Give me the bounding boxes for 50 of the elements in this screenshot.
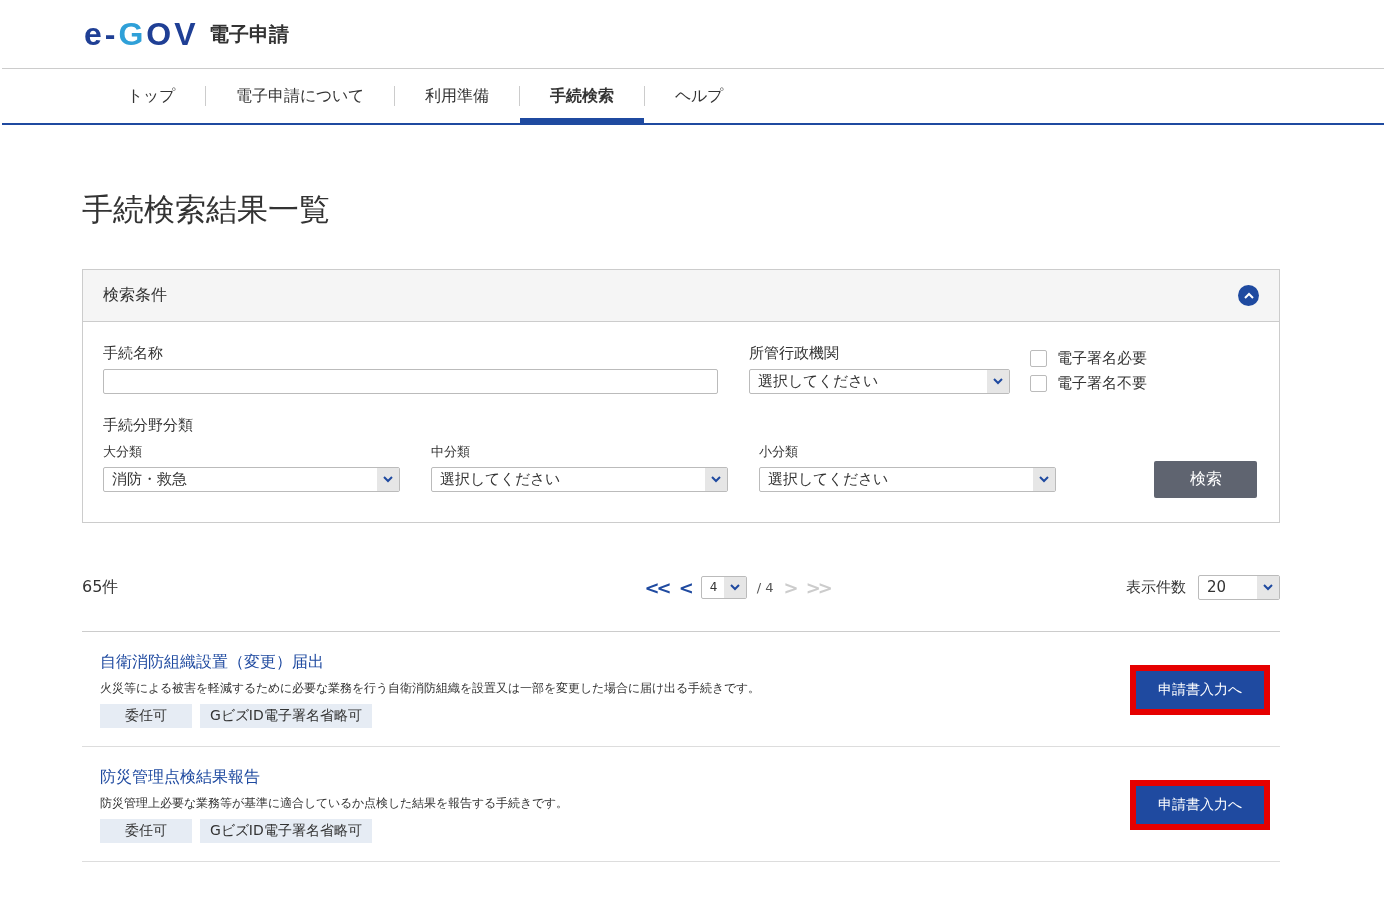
field-label: 手続名称 bbox=[103, 344, 164, 363]
search-button[interactable]: 検索 bbox=[1154, 461, 1257, 498]
page-title: 手続検索結果一覧 bbox=[82, 190, 331, 229]
panel-title: 検索条件 bbox=[103, 285, 167, 306]
procedure-description: 防災管理上必要な業務等が基準に適合しているか点検した結果を報告する手続きです。 bbox=[100, 796, 568, 811]
chevron-down-icon bbox=[383, 476, 393, 483]
page-size-label: 表示件数 bbox=[1126, 577, 1186, 597]
apply-button[interactable]: 申請書入力へ bbox=[1136, 786, 1264, 824]
collapse-button[interactable] bbox=[1238, 285, 1259, 306]
chevron-down-icon bbox=[1039, 476, 1049, 483]
field-label: 中分類 bbox=[431, 443, 471, 461]
page-dropdown[interactable]: 4 bbox=[700, 575, 747, 599]
dropdown[interactable]: 選択してください bbox=[431, 467, 728, 492]
dropdown[interactable]: 消防・救急 bbox=[103, 467, 400, 492]
field-label: 大分類 bbox=[103, 443, 143, 461]
procedure-description: 火災等による被害を軽減するために必要な業務を行う自衛消防組織を設置又は一部を変更した場合に届け出る手続きです。 bbox=[100, 681, 760, 696]
apply-button[interactable]: 申請書入力へ bbox=[1136, 671, 1264, 709]
chevron-up-icon bbox=[1243, 292, 1254, 299]
checkbox-label: 電子署名不要 bbox=[1057, 374, 1147, 393]
chevron-down-icon bbox=[1263, 583, 1273, 591]
chevron-down-icon bbox=[711, 476, 721, 483]
checkbox[interactable] bbox=[1030, 375, 1047, 392]
section-label: 手続分野分類 bbox=[103, 416, 194, 435]
procedure-link[interactable]: 防災管理点検結果報告 bbox=[100, 767, 568, 788]
nav-tab[interactable]: トップ bbox=[97, 69, 205, 123]
field-label: 小分類 bbox=[759, 443, 799, 461]
procedure-link[interactable]: 自衛消防組織設置（変更）届出 bbox=[100, 652, 760, 673]
tag: GビズID電子署名省略可 bbox=[200, 704, 372, 728]
nav-tab[interactable]: 手続検索 bbox=[520, 69, 644, 123]
nav-tab[interactable]: ヘルプ bbox=[645, 69, 753, 123]
tag: 委任可 bbox=[100, 819, 192, 843]
page-total: / 4 bbox=[756, 579, 774, 595]
tag: 委任可 bbox=[100, 704, 192, 728]
dropdown[interactable]: 選択してください bbox=[749, 369, 1010, 394]
service-name: 電子申請 bbox=[208, 20, 289, 48]
dropdown[interactable]: 選択してください bbox=[759, 467, 1056, 492]
nav-tab[interactable]: 利用準備 bbox=[395, 69, 519, 123]
result-count: 65件 bbox=[82, 576, 119, 598]
tag: GビズID電子署名省略可 bbox=[200, 819, 372, 843]
field-label: 所管行政機関 bbox=[749, 344, 840, 363]
logo[interactable]: e-GOV bbox=[84, 15, 199, 53]
prev-page-link[interactable]: < bbox=[678, 576, 691, 598]
checkbox[interactable] bbox=[1030, 350, 1047, 367]
chevron-down-icon bbox=[993, 378, 1003, 385]
first-page-link[interactable]: << bbox=[644, 576, 669, 598]
input-field[interactable] bbox=[103, 369, 718, 394]
checkbox-label: 電子署名必要 bbox=[1057, 349, 1147, 368]
chevron-down-icon bbox=[729, 583, 740, 591]
dropdown[interactable]: 20 bbox=[1198, 574, 1280, 600]
nav-tab[interactable]: 電子申請について bbox=[206, 69, 394, 123]
